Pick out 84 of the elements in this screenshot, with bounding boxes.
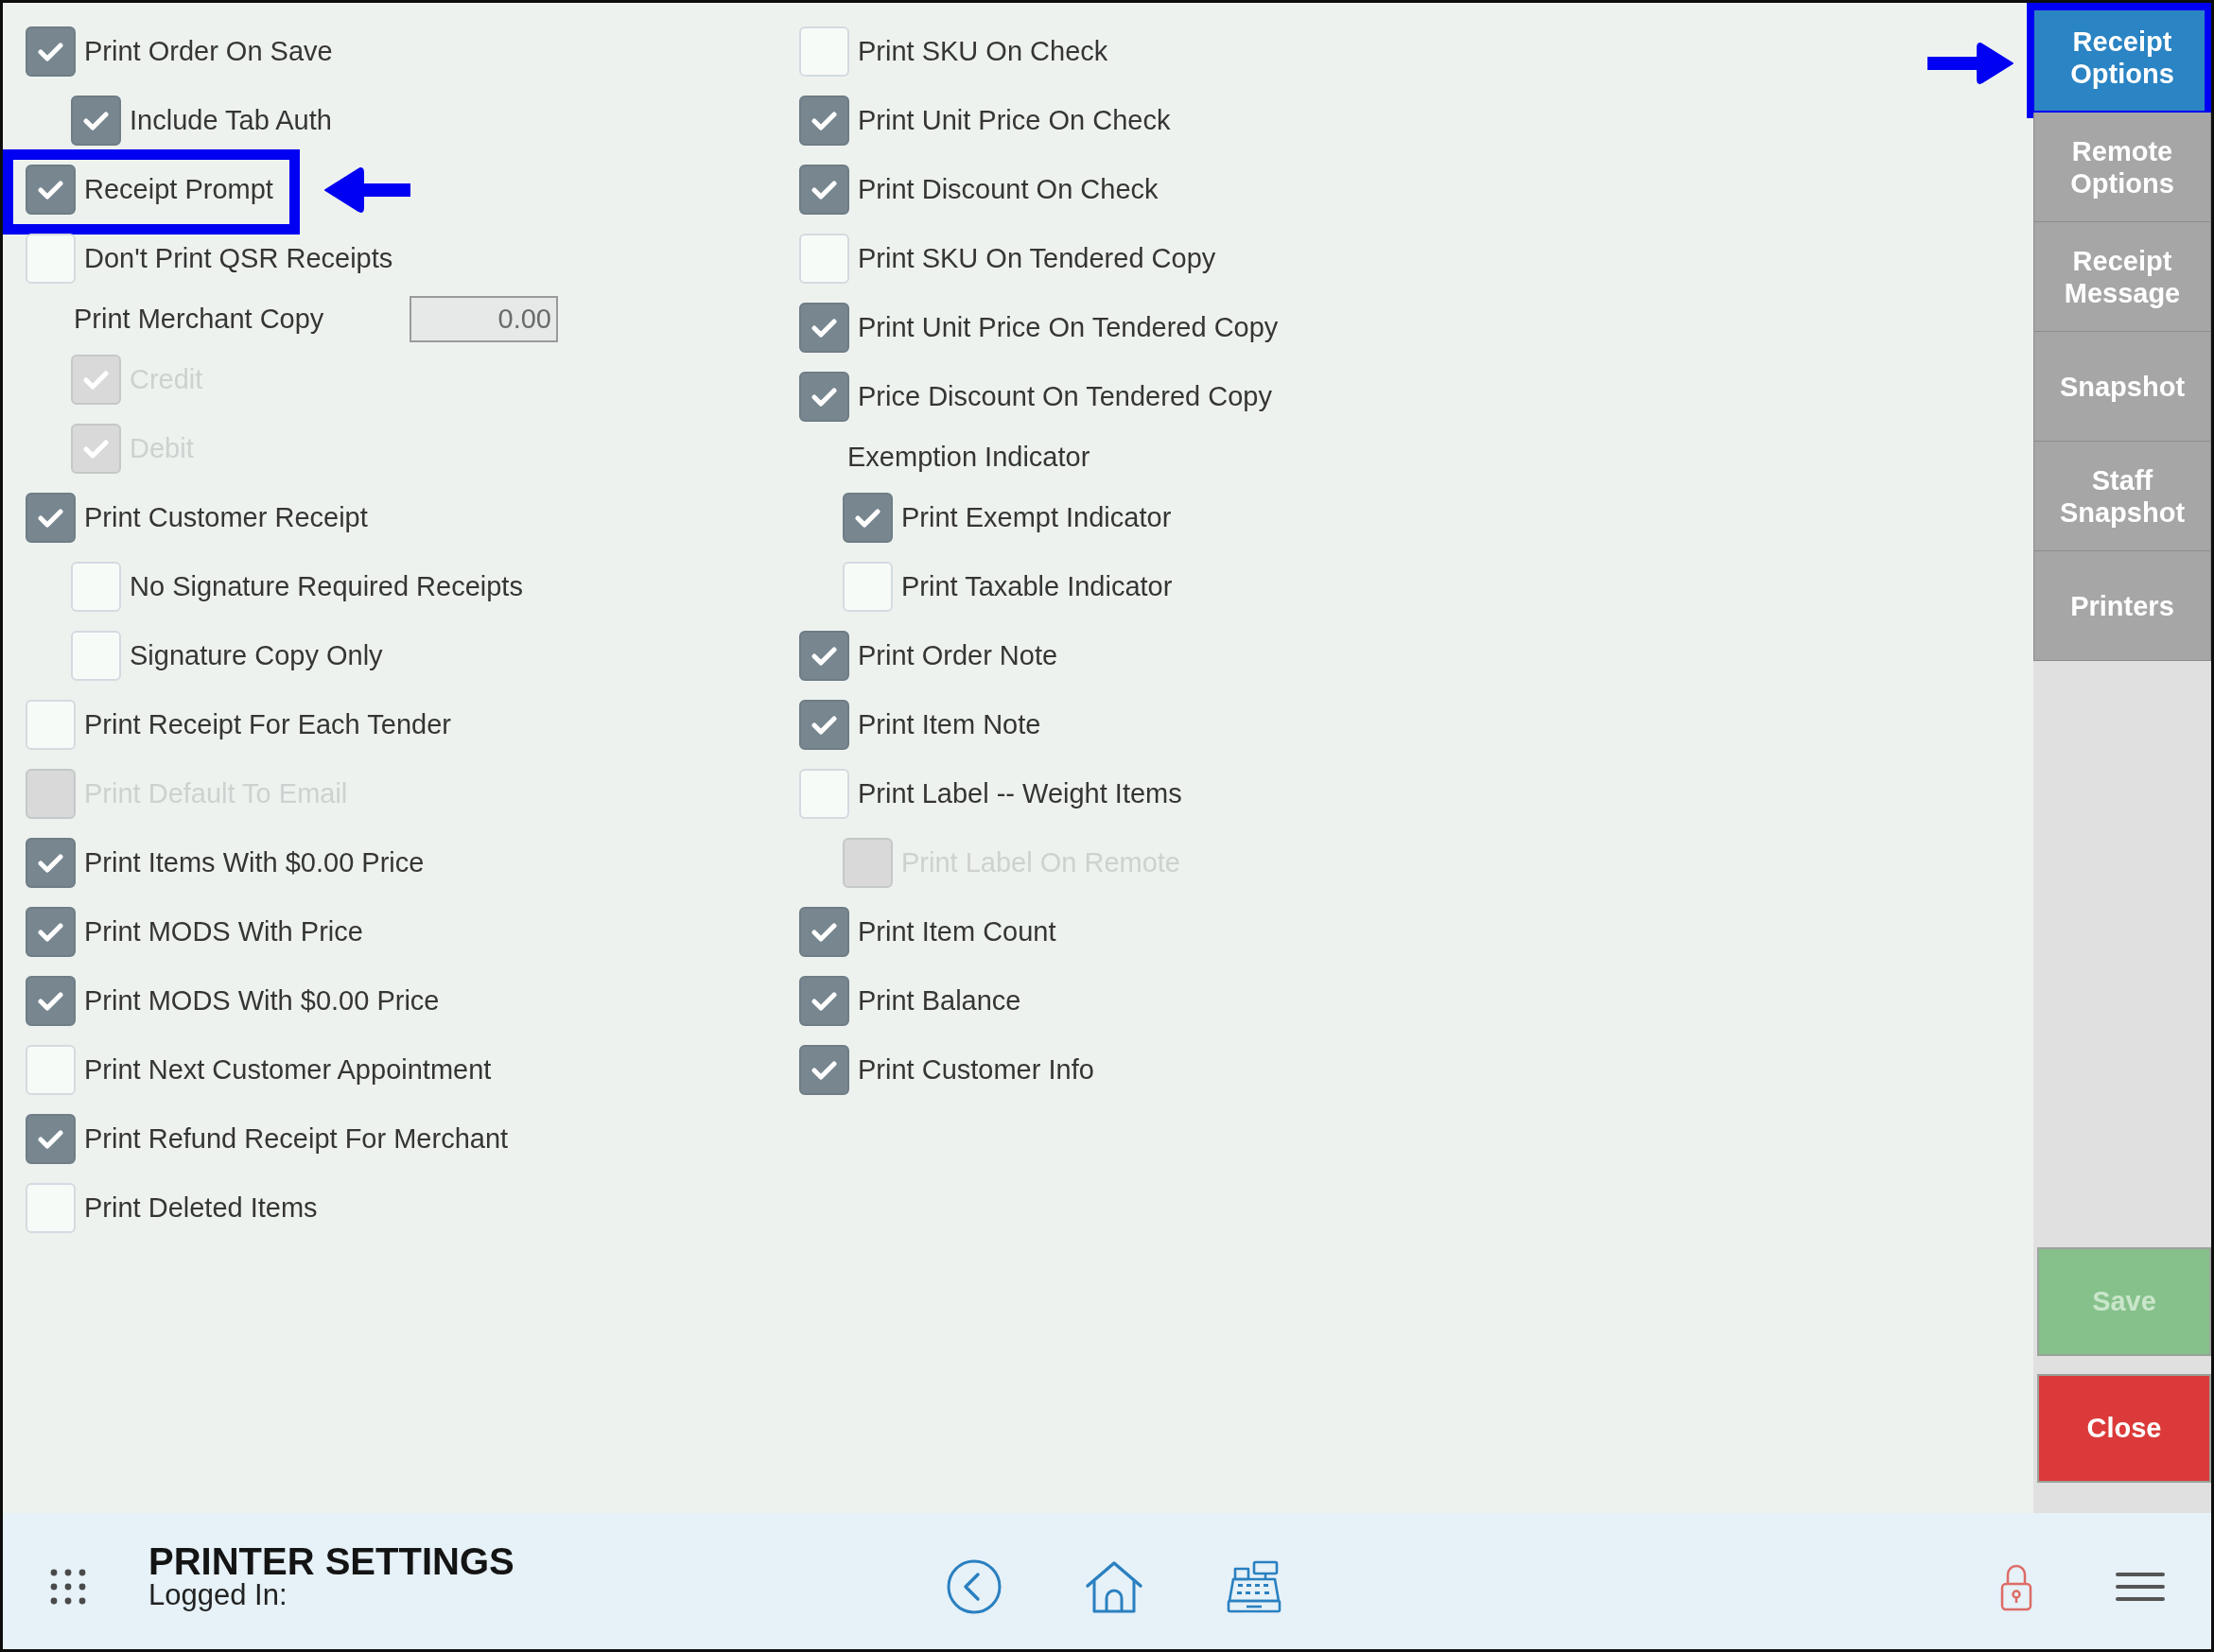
sidebar-tab[interactable]: Printers bbox=[2033, 551, 2211, 661]
checkbox-label: Print Next Customer Appointment bbox=[84, 1054, 492, 1086]
checkmark-icon bbox=[811, 922, 837, 942]
checkbox[interactable] bbox=[843, 493, 893, 543]
checkbox-label: Print Item Count bbox=[858, 916, 1056, 948]
checkbox-label: Print MODS With Price bbox=[84, 916, 363, 948]
arrow-right-icon bbox=[1927, 43, 2015, 84]
checkbox[interactable] bbox=[799, 303, 849, 353]
checkmark-icon bbox=[83, 370, 109, 390]
checkbox[interactable] bbox=[26, 976, 76, 1026]
checkbox-label: Include Tab Auth bbox=[130, 105, 332, 136]
checkbox-label: Print Items With $0.00 Price bbox=[84, 847, 425, 878]
checkmark-icon bbox=[83, 111, 109, 130]
checkbox-label: Print Deleted Items bbox=[84, 1192, 318, 1224]
checkbox-label: Signature Copy Only bbox=[130, 640, 383, 671]
home-icon[interactable] bbox=[1084, 1559, 1144, 1614]
checkmark-icon bbox=[38, 853, 63, 873]
checkmark-icon bbox=[38, 42, 63, 61]
checkmark-icon bbox=[38, 508, 63, 528]
checkbox[interactable] bbox=[26, 1114, 76, 1164]
checkbox[interactable] bbox=[799, 96, 849, 146]
back-icon[interactable] bbox=[946, 1558, 1002, 1615]
lock-icon[interactable] bbox=[2000, 1562, 2032, 1611]
apps-grid-icon[interactable] bbox=[49, 1568, 87, 1606]
logged-in-label: Logged In: bbox=[148, 1580, 288, 1610]
checkmark-icon bbox=[811, 318, 837, 338]
checkbox-label: Print Item Note bbox=[858, 709, 1041, 740]
checkmark-icon bbox=[38, 922, 63, 942]
sidebar-tab[interactable]: Receipt Message bbox=[2033, 222, 2211, 332]
checkbox-label: Print Refund Receipt For Merchant bbox=[84, 1123, 509, 1155]
checkmark-icon bbox=[38, 1129, 63, 1149]
checkbox[interactable] bbox=[799, 907, 849, 957]
checkbox-label: Print Exempt Indicator bbox=[901, 502, 1172, 533]
sidebar-tab[interactable]: Snapshot bbox=[2033, 332, 2211, 442]
checkbox-label: Print Receipt For Each Tender bbox=[84, 709, 451, 740]
checkbox-label: Price Discount On Tendered Copy bbox=[858, 381, 1272, 412]
checkbox-label: Print Taxable Indicator bbox=[901, 571, 1173, 602]
checkbox-label: Print Balance bbox=[858, 985, 1021, 1017]
checkmark-icon bbox=[83, 439, 109, 459]
checkbox-label: No Signature Required Receipts bbox=[130, 571, 523, 602]
checkbox-label: Print Label -- Weight Items bbox=[858, 778, 1182, 809]
checkmark-icon bbox=[811, 1060, 837, 1080]
checkbox-label: Print Customer Receipt bbox=[84, 502, 368, 533]
checkmark-icon bbox=[38, 991, 63, 1011]
close-button[interactable]: Close bbox=[2037, 1374, 2211, 1483]
checkmark-icon bbox=[855, 508, 880, 528]
checkmark-icon bbox=[811, 646, 837, 666]
checkbox[interactable] bbox=[71, 96, 121, 146]
field-label: Print Merchant Copy bbox=[74, 304, 324, 335]
checkbox[interactable] bbox=[26, 493, 76, 543]
section-heading: Exemption Indicator bbox=[847, 442, 1090, 473]
checkbox[interactable] bbox=[26, 907, 76, 957]
checkmark-icon bbox=[811, 387, 837, 407]
checkbox-label: Print Unit Price On Tendered Copy bbox=[858, 312, 1279, 343]
checkbox[interactable] bbox=[799, 631, 849, 681]
checkbox-label: Don't Print QSR Receipts bbox=[84, 243, 393, 274]
checkbox[interactable] bbox=[799, 165, 849, 215]
checkmark-icon bbox=[38, 180, 63, 200]
checkbox-label: Print Order On Save bbox=[84, 36, 333, 67]
checkbox-label: Print SKU On Check bbox=[858, 36, 1108, 67]
checkbox[interactable] bbox=[799, 372, 849, 422]
checkbox[interactable] bbox=[799, 700, 849, 750]
checkbox-label: Print Unit Price On Check bbox=[858, 105, 1171, 136]
checkbox[interactable] bbox=[799, 1045, 849, 1095]
checkbox[interactable] bbox=[26, 165, 76, 215]
checkbox-label: Print Customer Info bbox=[858, 1054, 1094, 1086]
checkbox-label: Print Discount On Check bbox=[858, 174, 1159, 205]
screen-title: PRINTER SETTINGS bbox=[148, 1542, 515, 1580]
checkmark-icon bbox=[811, 715, 837, 735]
checkmark-icon bbox=[811, 180, 837, 200]
sidebar-tab[interactable]: Staff Snapshot bbox=[2033, 442, 2211, 551]
checkbox-label: Print MODS With $0.00 Price bbox=[84, 985, 440, 1017]
checkbox[interactable] bbox=[26, 26, 76, 77]
checkmark-icon bbox=[811, 111, 837, 130]
checkbox-label: Print SKU On Tendered Copy bbox=[858, 243, 1216, 274]
cash-register-icon[interactable] bbox=[1226, 1559, 1282, 1614]
checkbox[interactable] bbox=[26, 838, 76, 888]
sidebar-tab[interactable]: Remote Options bbox=[2033, 113, 2211, 222]
amount-field[interactable]: 0.00 bbox=[410, 296, 558, 342]
checkbox[interactable] bbox=[799, 976, 849, 1026]
arrow-left-icon bbox=[322, 165, 410, 214]
checkbox-label: Receipt Prompt bbox=[84, 174, 273, 205]
checkbox-label: Print Order Note bbox=[858, 640, 1058, 671]
checkmark-icon bbox=[811, 991, 837, 1011]
